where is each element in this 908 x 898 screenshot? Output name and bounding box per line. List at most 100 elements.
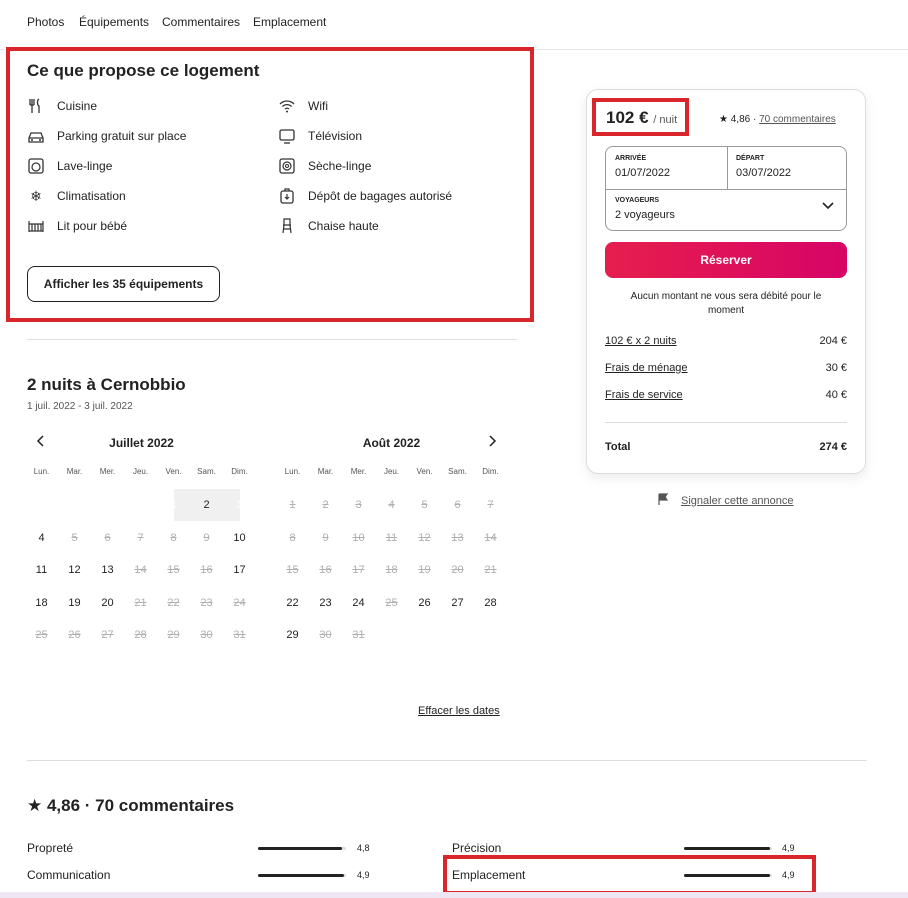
highlight-amenities bbox=[6, 47, 534, 322]
calendar-day[interactable]: 3 bbox=[223, 489, 256, 521]
weekday-label: Sam. bbox=[197, 467, 216, 476]
review-category-label: Précision bbox=[452, 841, 502, 855]
calendar-day: 15 bbox=[167, 564, 180, 576]
calendar-day[interactable]: 19 bbox=[58, 587, 91, 619]
calendar-day: 14 bbox=[134, 564, 147, 576]
weekday-label: Mer. bbox=[350, 467, 367, 476]
calendar-day: 5 bbox=[421, 499, 428, 511]
clear-dates-link[interactable]: Effacer les dates bbox=[418, 705, 500, 717]
calendar-day: 9 bbox=[203, 531, 210, 544]
calendar-day: 31 bbox=[233, 629, 246, 641]
calendar-day[interactable]: 20 bbox=[91, 587, 124, 619]
calendar-day: 16 bbox=[200, 564, 213, 576]
booking-dates-guests[interactable]: ARRIVÉE 01/07/2022 DÉPART 03/07/2022 VOY… bbox=[605, 146, 847, 231]
calendar-day[interactable]: 29 bbox=[276, 619, 309, 651]
calendar-day: 21 bbox=[134, 596, 147, 609]
calendar-day: 25 bbox=[385, 596, 398, 609]
month-title-july: Juillet 2022 bbox=[109, 436, 174, 450]
calendar-day: 20 bbox=[451, 564, 464, 576]
calendar-day[interactable]: 24 bbox=[342, 587, 375, 619]
calendar-day[interactable]: 27 bbox=[441, 587, 474, 619]
review-score: 4,9 bbox=[357, 870, 370, 880]
fee-service-link[interactable]: Frais de service bbox=[605, 389, 683, 401]
calendar-day[interactable]: 26 bbox=[408, 587, 441, 619]
total-label: Total bbox=[605, 441, 631, 453]
calendar-day: 15 bbox=[286, 564, 299, 576]
no-charge-note: Aucun montant ne vous sera débité pour l… bbox=[630, 291, 822, 316]
calendar-day[interactable]: 23 bbox=[309, 587, 342, 619]
review-score-fill bbox=[684, 847, 771, 850]
calendar-day[interactable]: 12 bbox=[58, 554, 91, 586]
calendar-day: 12 bbox=[418, 531, 431, 544]
chevron-down-icon[interactable] bbox=[821, 200, 835, 214]
calendar-day: 30 bbox=[319, 629, 332, 641]
divider bbox=[27, 760, 867, 761]
nav-emplacement[interactable]: Emplacement bbox=[253, 15, 326, 29]
review-category-label: Communication bbox=[27, 868, 111, 882]
calendar-day[interactable]: 1 bbox=[157, 489, 190, 521]
calendar-day: 1 bbox=[289, 499, 296, 511]
total-amount: 274 € bbox=[819, 441, 847, 453]
calendar-day[interactable]: 11 bbox=[25, 554, 58, 586]
calendar-day: 17 bbox=[352, 564, 365, 576]
calendar-day: 13 bbox=[451, 531, 464, 544]
fee-service-amount: 40 € bbox=[825, 389, 847, 401]
divider bbox=[606, 189, 846, 190]
calendar-day[interactable]: 2 bbox=[190, 489, 223, 521]
rating-text: ★ 4,86 · bbox=[719, 114, 760, 125]
calendar-day[interactable]: 17 bbox=[223, 554, 256, 586]
weekday-label: Ven. bbox=[416, 467, 433, 476]
calendar-day: 30 bbox=[200, 629, 213, 641]
calendar-day: 11 bbox=[385, 531, 398, 544]
calendar-day[interactable]: 18 bbox=[25, 587, 58, 619]
review-category-label: Propreté bbox=[27, 841, 74, 855]
report-listing[interactable]: Signaler cette annonce bbox=[657, 493, 794, 508]
fee-cleaning-amount: 30 € bbox=[825, 362, 847, 374]
calendar-day: 3 bbox=[355, 499, 362, 511]
nav-photos[interactable]: Photos bbox=[27, 15, 64, 29]
calendar-day: 2 bbox=[322, 499, 329, 511]
review-score-bar bbox=[258, 847, 346, 850]
review-score-fill bbox=[258, 847, 343, 850]
calendar-day: 16 bbox=[319, 564, 332, 576]
section-nav: Photos Équipements Commentaires Emplacem… bbox=[0, 0, 908, 50]
weekday-label: Mer. bbox=[99, 467, 116, 476]
reserve-button[interactable]: Réserver bbox=[605, 242, 847, 278]
divider bbox=[27, 339, 517, 340]
calendar-day: 25 bbox=[35, 629, 48, 641]
calendar-day: 24 bbox=[233, 596, 246, 609]
weekday-label: Jeu. bbox=[132, 467, 149, 476]
calendar-day: 29 bbox=[167, 629, 180, 641]
fee-nights-link[interactable]: 102 € x 2 nuits bbox=[605, 335, 677, 347]
calendar-day[interactable]: 13 bbox=[91, 554, 124, 586]
calendar-day[interactable]: 10 bbox=[223, 522, 256, 554]
review-score-bar bbox=[258, 874, 346, 877]
arrival-label: ARRIVÉE bbox=[615, 155, 647, 162]
calendar-day[interactable]: 4 bbox=[25, 522, 58, 554]
review-score-fill bbox=[258, 874, 345, 877]
reviews-link[interactable]: 70 commentaires bbox=[759, 114, 836, 125]
nav-equipements[interactable]: Équipements bbox=[79, 15, 149, 29]
calendar-day: 31 bbox=[352, 629, 365, 641]
divider bbox=[605, 422, 847, 423]
weekday-label: Dim. bbox=[231, 467, 248, 476]
weekday-label: Lun. bbox=[284, 467, 301, 476]
arrival-date-field[interactable]: 01/07/2022 bbox=[615, 167, 670, 179]
weekday-label: Mar. bbox=[66, 467, 83, 476]
page-bottom-strip bbox=[0, 892, 908, 898]
review-score: 4,8 bbox=[357, 843, 370, 853]
review-score: 4,9 bbox=[782, 843, 795, 853]
nav-commentaires[interactable]: Commentaires bbox=[162, 15, 240, 29]
guests-field[interactable]: 2 voyageurs bbox=[615, 209, 675, 221]
calendar-day[interactable]: 28 bbox=[474, 587, 507, 619]
departure-date-field[interactable]: 03/07/2022 bbox=[736, 167, 791, 179]
fee-cleaning-link[interactable]: Frais de ménage bbox=[605, 362, 688, 374]
report-listing-link[interactable]: Signaler cette annonce bbox=[681, 495, 794, 507]
weekday-label: Mar. bbox=[317, 467, 334, 476]
calendar-day: 27 bbox=[101, 629, 114, 641]
calendar-day: 19 bbox=[418, 564, 431, 576]
calendar-day: 14 bbox=[484, 531, 497, 544]
calendar-day[interactable]: 22 bbox=[276, 587, 309, 619]
calendar-day: 8 bbox=[170, 531, 177, 544]
calendar-day: 7 bbox=[137, 531, 144, 544]
